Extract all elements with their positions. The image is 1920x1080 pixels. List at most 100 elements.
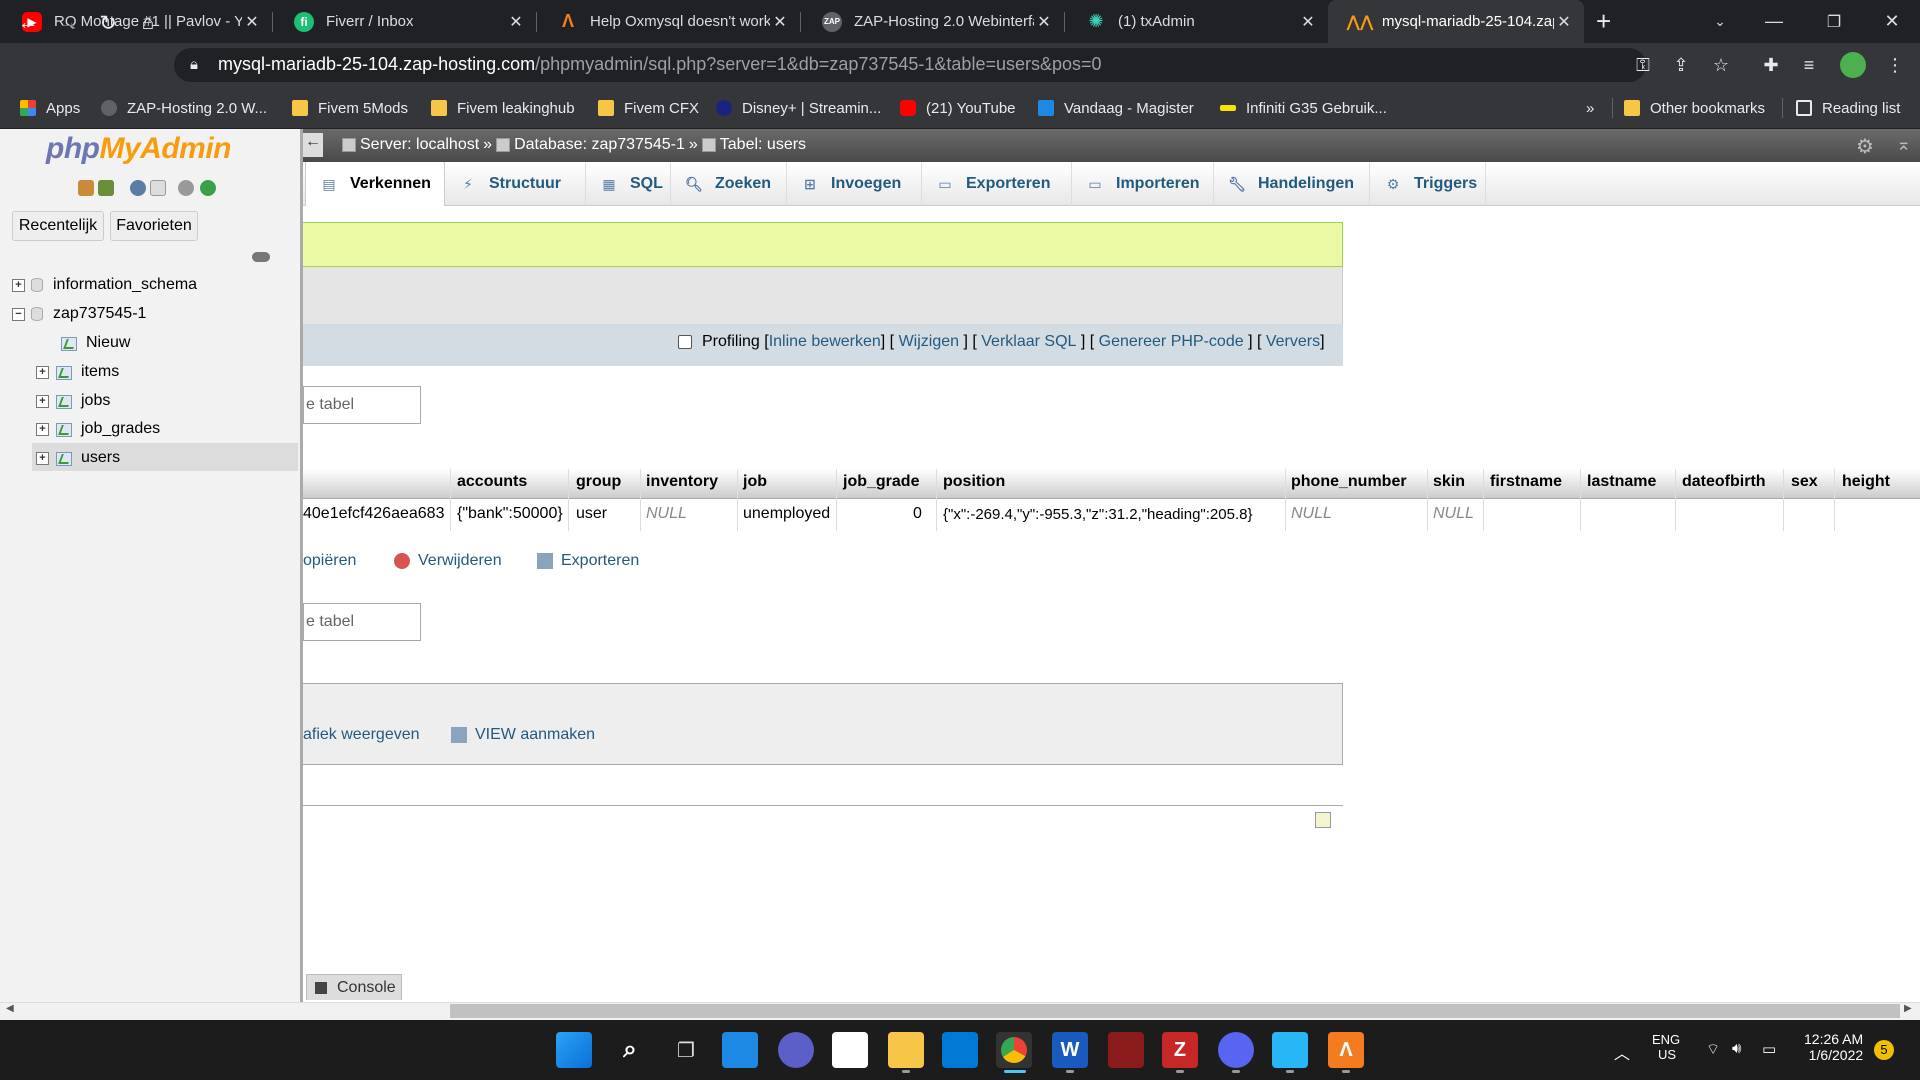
column-header-lastname[interactable]: lastname <box>1587 473 1656 491</box>
expand-icon[interactable]: + <box>12 278 25 292</box>
tab-search-icon[interactable]: ⌄ <box>1692 0 1748 43</box>
winrar-icon[interactable] <box>1108 1032 1144 1068</box>
bookmark-disney[interactable]: Disney+ | Streamin... <box>716 95 881 121</box>
close-tab-icon[interactable]: ✕ <box>1034 12 1054 32</box>
tab-txadmin[interactable]: ✺ (1) txAdmin ✕ <box>1064 0 1328 43</box>
console-toggle[interactable]: Console <box>306 974 402 1000</box>
column-header-height[interactable]: height <box>1842 473 1890 491</box>
home-icon[interactable] <box>78 180 94 196</box>
bookmarks-more[interactable]: » <box>1586 95 1594 121</box>
tree-table-users[interactable]: + users <box>36 449 120 467</box>
clock[interactable]: 12:26 AM 1/6/2022 <box>1804 1031 1863 1063</box>
reload-icon[interactable]: ↻ <box>94 9 122 37</box>
tab-structuur[interactable]: ⚡ Structuur <box>445 162 586 206</box>
tab-fiverr[interactable]: fi Fiverr / Inbox ✕ <box>272 0 536 43</box>
tab-triggers[interactable]: ⚙ Triggers <box>1370 162 1486 206</box>
cell-accounts[interactable]: {"bank":50000} <box>457 505 563 523</box>
cell-job-grade[interactable]: 0 <box>913 505 922 523</box>
tree-db-zap737545[interactable]: − zap737545-1 <box>12 305 146 323</box>
docs-icon[interactable] <box>150 180 166 196</box>
settings-icon[interactable] <box>178 180 194 196</box>
tree-db-information-schema[interactable]: + information_schema <box>12 276 197 294</box>
tree-table-job-grades[interactable]: + job_grades <box>36 420 160 438</box>
url-text[interactable]: mysql-mariadb-25-104.zap-hosting.com/php… <box>218 54 1102 75</box>
column-header-dateofbirth[interactable]: dateofbirth <box>1682 473 1766 491</box>
link-icon[interactable] <box>252 252 270 262</box>
tab-zoeken[interactable]: 🔍︎ Zoeken <box>671 162 787 206</box>
discord-icon[interactable] <box>1218 1032 1254 1068</box>
bookmark-fivem-5mods[interactable]: Fivem 5Mods <box>292 95 408 121</box>
zap-app-icon[interactable]: Λ <box>1328 1032 1364 1068</box>
store-icon[interactable] <box>832 1032 868 1068</box>
media-icon[interactable]: ≡ <box>1796 52 1822 78</box>
reload-nav-icon[interactable] <box>200 180 216 196</box>
word-icon[interactable]: W <box>1052 1032 1088 1068</box>
close-tab-icon[interactable]: ✕ <box>1298 12 1318 32</box>
profile-avatar[interactable] <box>1840 52 1866 78</box>
bookmark-fivem-cfx[interactable]: Fivem CFX <box>598 95 699 121</box>
widgets-icon[interactable] <box>722 1032 758 1068</box>
bookmark-infiniti[interactable]: Infiniti G35 Gebruik... <box>1220 95 1387 121</box>
task-view-icon[interactable]: ❐ <box>668 1032 704 1068</box>
bookmark-magister[interactable]: Vandaag - Magister <box>1038 95 1194 121</box>
column-header-sex[interactable]: sex <box>1791 473 1818 491</box>
reading-list[interactable]: Reading list <box>1796 95 1900 121</box>
delete-row-action[interactable]: Verwijderen <box>394 552 502 570</box>
explain-sql-link[interactable]: Verklaar SQL <box>981 333 1076 351</box>
bookmark-fivem-leakinghub[interactable]: Fivem leakinghub <box>431 95 575 121</box>
logout-icon[interactable] <box>98 180 114 196</box>
extensions-icon[interactable]: ✚ <box>1758 52 1784 78</box>
notepad-icon[interactable] <box>1272 1032 1308 1068</box>
favorite-tables-button[interactable]: Favorieten <box>110 211 198 241</box>
edit-query-link[interactable]: Wijzigen <box>899 333 959 351</box>
notification-badge[interactable]: 5 <box>1874 1040 1894 1060</box>
export-row-action[interactable]: Exporteren <box>537 552 639 570</box>
cell-inventory[interactable]: NULL <box>646 505 687 523</box>
mail-icon[interactable] <box>942 1032 978 1068</box>
restore-icon[interactable]: ❐ <box>1806 0 1862 43</box>
profiling-checkbox[interactable] <box>678 335 692 349</box>
cell-phone-number[interactable]: NULL <box>1291 505 1332 523</box>
home-icon[interactable]: ⌂ <box>134 9 162 37</box>
minimize-icon[interactable]: — <box>1746 0 1802 43</box>
column-header-phone-number[interactable]: phone_number <box>1291 473 1407 491</box>
filter-rows-input[interactable]: e tabel <box>303 386 421 424</box>
teams-chat-icon[interactable] <box>778 1032 814 1068</box>
help-icon[interactable] <box>130 180 146 196</box>
copy-row-action[interactable]: opiëren <box>303 552 356 570</box>
expand-icon[interactable]: + <box>36 451 49 465</box>
cell-skin[interactable]: NULL <box>1433 505 1474 523</box>
close-tab-icon[interactable]: ✕ <box>1554 12 1574 32</box>
refresh-link[interactable]: Ververs <box>1266 333 1320 351</box>
tab-sql[interactable]: ▦ SQL <box>586 162 671 206</box>
volume-icon[interactable]: 🔊︎ <box>1732 1040 1741 1057</box>
back-icon[interactable]: ← <box>14 9 42 37</box>
search-icon[interactable]: ⌕ <box>612 1032 648 1068</box>
inline-edit-link[interactable]: Inline bewerken <box>769 333 881 351</box>
share-icon[interactable]: ⇪ <box>1668 52 1694 78</box>
cell-identifier[interactable]: 40e1efcf426aea683 <box>303 505 444 523</box>
collapse-nav-icon[interactable]: ← <box>303 133 323 157</box>
close-tab-icon[interactable]: ✕ <box>242 12 262 32</box>
tree-table-items[interactable]: + items <box>36 363 119 381</box>
tab-help-oxmysql[interactable]: Λ Help Oxmysql doesn't work ✕ <box>536 0 800 43</box>
new-tab-button[interactable]: + <box>1596 6 1611 37</box>
bookmark-youtube[interactable]: (21) YouTube <box>900 95 1016 121</box>
phpmyadmin-logo[interactable]: phpMyAdmin <box>46 132 231 166</box>
scroll-right-icon[interactable]: ▶ <box>1904 1003 1912 1014</box>
tab-handelingen[interactable]: 🔧︎ Handelingen <box>1214 162 1370 206</box>
star-icon[interactable]: ☆ <box>1708 52 1734 78</box>
other-bookmarks[interactable]: Other bookmarks <box>1624 95 1765 121</box>
bookmark-query-icon[interactable] <box>1315 812 1331 828</box>
expand-icon[interactable]: + <box>36 394 49 408</box>
cell-job[interactable]: unemployed <box>743 505 830 523</box>
breadcrumb-table[interactable]: Tabel: users <box>720 136 806 154</box>
tab-importeren[interactable]: ▭ Importeren <box>1072 162 1214 206</box>
close-tab-icon[interactable]: ✕ <box>506 12 526 32</box>
display-chart-link[interactable]: afiek weergeven <box>303 726 420 744</box>
tree-new-table[interactable]: Nieuw <box>60 334 130 352</box>
collapse-icon[interactable]: − <box>12 307 25 321</box>
expand-icon[interactable]: + <box>36 422 49 436</box>
file-explorer-icon[interactable] <box>888 1032 924 1068</box>
column-header-position[interactable]: position <box>943 473 1005 491</box>
